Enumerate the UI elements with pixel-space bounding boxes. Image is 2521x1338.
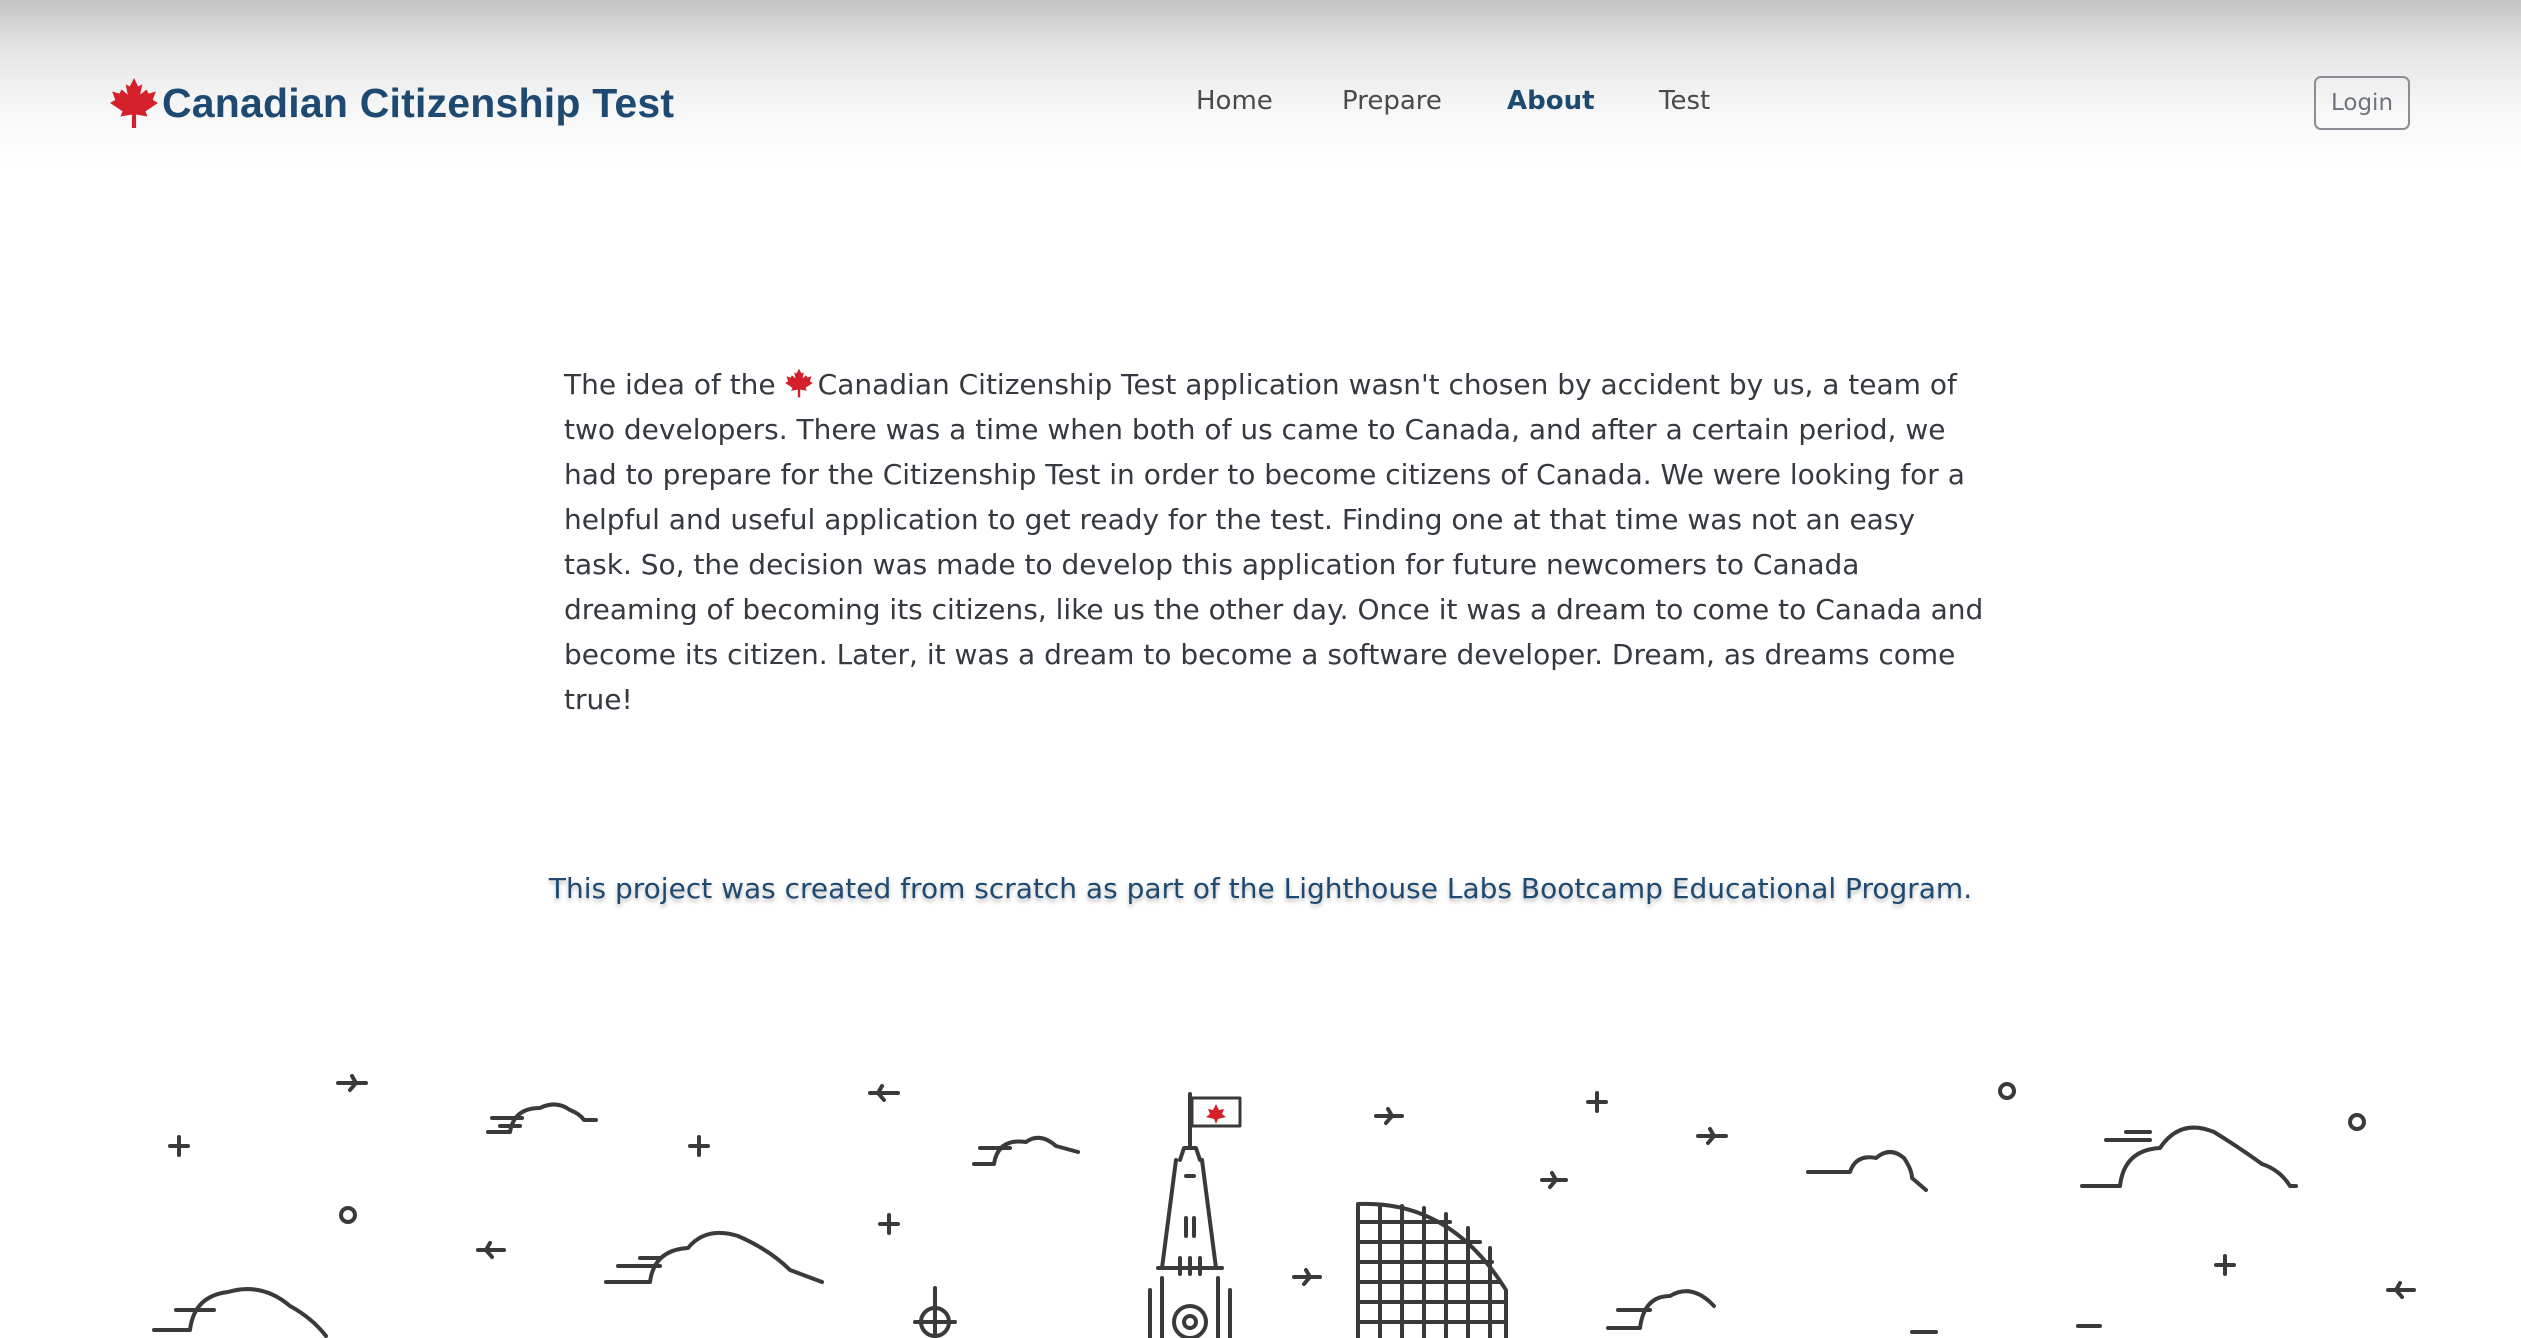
ottawa-skyline-illustration [152,1074,2416,1338]
nav-home[interactable]: Home [1196,86,1273,116]
nav-about[interactable]: About [1507,86,1595,116]
crosshair-icon [913,1286,957,1338]
login-button[interactable]: Login [2314,76,2410,130]
star-icon [168,1091,2236,1276]
about-text-body: Canadian Citizenship Test application wa… [564,368,1984,716]
cloud-icon [152,1102,2298,1338]
nav-prepare[interactable]: Prepare [1342,86,1442,116]
credit-text: This project was created from scratch as… [548,872,1973,905]
about-paragraph: The idea of the Canadian Citizenship Test… [564,362,1984,722]
main-nav: Home Prepare About Test [0,86,2521,126]
header: Canadian Citizenship Test Home Prepare A… [0,0,2521,170]
maple-leaf-icon [784,368,813,398]
circle-icon [339,1082,2366,1224]
about-page: Canadian Citizenship Test Home Prepare A… [0,0,2521,1338]
building-icon [1356,1201,1508,1338]
about-text-start: The idea of the [564,368,776,401]
nav-test[interactable]: Test [1659,86,1710,116]
peace-tower-icon [1148,1092,1242,1338]
